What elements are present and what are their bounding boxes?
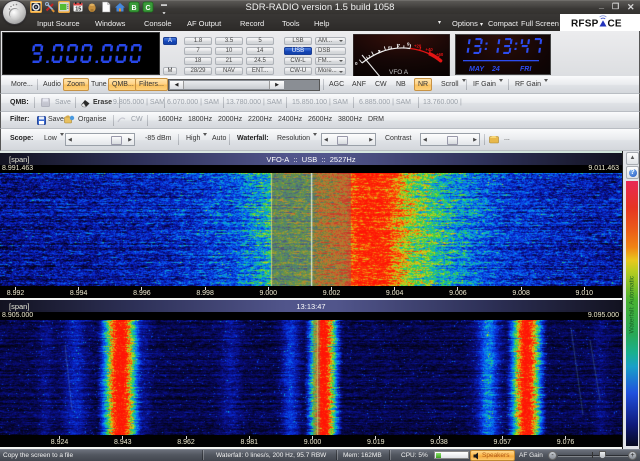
- svg-text:0: 0: [355, 61, 358, 66]
- svg-text:FRI: FRI: [520, 66, 532, 73]
- svg-text:VFO A: VFO A: [389, 69, 409, 76]
- svg-text:MAY: MAY: [469, 66, 485, 73]
- svg-text:7: 7: [398, 43, 401, 48]
- svg-text:+20: +20: [414, 44, 422, 49]
- svg-text:3: 3: [378, 49, 381, 54]
- svg-text:+40: +40: [426, 47, 434, 52]
- svg-text:24: 24: [491, 66, 500, 73]
- svg-text:RFSP: RFSP: [571, 19, 599, 30]
- svg-text:C: C: [146, 5, 151, 12]
- svg-text:9: 9: [407, 42, 410, 47]
- svg-text:CE: CE: [608, 19, 622, 30]
- svg-text:+60: +60: [436, 52, 444, 57]
- svg-text:B: B: [132, 5, 137, 12]
- svg-text:1: 1: [368, 54, 371, 59]
- svg-text:15: 15: [75, 7, 81, 13]
- svg-text:5: 5: [388, 46, 391, 51]
